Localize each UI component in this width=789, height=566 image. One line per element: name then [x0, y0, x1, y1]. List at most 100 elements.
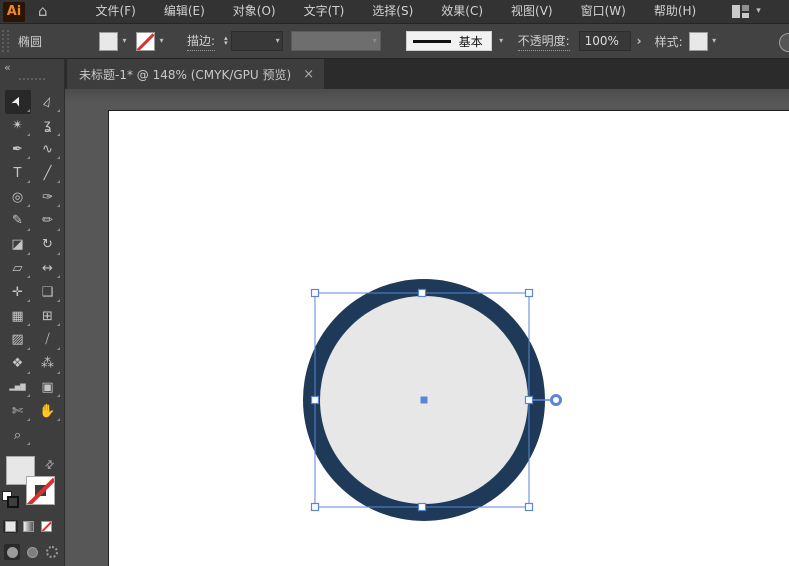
symbol-sprayer-tool[interactable]: ⁂ [35, 352, 61, 376]
menu-item[interactable]: 编辑(E) [150, 0, 219, 23]
opacity-more-arrow[interactable]: › [637, 34, 642, 48]
rotate-tool[interactable]: ↻ [35, 233, 61, 257]
ellipse-tool-icon: ◎ [11, 189, 24, 205]
symbol-sprayer-tool-icon: ⁂ [41, 356, 54, 372]
shape-builder-tool-icon: ✛ [12, 284, 23, 300]
clipped-toolbar-icon [779, 33, 789, 52]
free-transform-tool[interactable]: ❑ [35, 280, 61, 304]
perspective-grid-tool[interactable]: ⊞ [35, 304, 61, 328]
slice-tool[interactable]: ✄ [5, 399, 31, 423]
brush-definition-dropdown[interactable]: 基本 [405, 31, 492, 51]
panel-grip-handle[interactable] [2, 30, 9, 52]
pen-tool[interactable]: ✒ [5, 138, 31, 162]
style-swatch[interactable] [688, 31, 708, 51]
draw-normal-button[interactable] [4, 544, 20, 560]
menu-item[interactable]: 效果(C) [427, 0, 497, 23]
home-icon[interactable]: ⌂ [38, 4, 48, 19]
curvature-tool-icon: ∿ [42, 141, 53, 157]
shape-builder-tool[interactable]: ✛ [5, 280, 31, 304]
menu-bar: Ai ⌂ 文件(F) 编辑(E) 对象(O) 文字(T) 选择(S) 效果(C) 视图(V)… [0, 0, 789, 24]
workspace-switcher[interactable]: ▾ [732, 5, 761, 18]
stroke-weight-input[interactable]: ▾ [230, 31, 283, 51]
gradient-mode-button[interactable] [21, 520, 36, 533]
magic-wand-tool[interactable]: ✴ [5, 114, 31, 138]
blend-tool[interactable]: ❖ [5, 352, 31, 376]
free-transform-tool-icon: ❑ [41, 284, 54, 300]
opacity-panel-link[interactable]: 不透明度: [517, 32, 570, 51]
lasso-tool[interactable]: ʓ [35, 114, 61, 138]
close-icon[interactable]: × [303, 68, 314, 81]
document-tab[interactable]: 未标题-1* @ 148% (CMYK/GPU 预览) × [67, 59, 325, 89]
curvature-tool[interactable]: ∿ [35, 138, 61, 162]
column-graph-tool[interactable]: ▂▅▇ [5, 376, 31, 400]
shaper-tool[interactable]: ✎ [5, 209, 31, 233]
stroke-proxy-swatch[interactable] [26, 476, 55, 505]
pasteboard[interactable] [65, 89, 789, 566]
blob-brush-tool[interactable]: ✏ [35, 209, 61, 233]
menu-items: 文件(F) 编辑(E) 对象(O) 文字(T) 选择(S) 效果(C) 视图(V) 窗口(W)… [82, 0, 711, 23]
eyedropper-tool[interactable]: ⧸ [35, 328, 61, 352]
zoom-tool-icon: ⌕ [13, 427, 22, 443]
menu-item[interactable]: 选择(S) [358, 0, 427, 23]
color-mode-button[interactable] [3, 520, 18, 533]
gradient-tool[interactable]: ▨ [5, 328, 31, 352]
ellipse-tool[interactable]: ◎ [5, 185, 31, 209]
mesh-tool-icon: ▦ [11, 308, 24, 324]
panel-drag-handle[interactable] [19, 78, 45, 80]
menu-item[interactable]: 对象(O) [219, 0, 290, 23]
direct-selection-tool[interactable]: ▻ [35, 90, 61, 114]
menu-item[interactable]: 文字(T) [290, 0, 359, 23]
chevron-down-icon[interactable]: ▾ [708, 37, 721, 45]
style-dropdown[interactable]: ▾ [683, 31, 721, 51]
perspective-grid-tool-icon: ⊞ [42, 308, 53, 324]
type-tool[interactable]: T [5, 161, 31, 185]
brush-dropdown-button[interactable]: ▾ [494, 31, 509, 51]
eraser-tool-icon: ◪ [11, 237, 24, 253]
rotate-tool-icon: ↻ [42, 237, 53, 253]
column-graph-tool-icon: ▂▅▇ [9, 382, 26, 391]
opacity-input[interactable]: 100% [578, 31, 631, 51]
chevron-down-icon[interactable]: ▾ [118, 37, 131, 45]
scale-tool[interactable]: ▱ [5, 257, 31, 281]
eraser-tool[interactable]: ◪ [5, 233, 31, 257]
selection-tool[interactable]: ➤ [4, 90, 31, 114]
menu-item[interactable]: 帮助(H) [640, 0, 710, 23]
artboard-tool[interactable]: ▣ [35, 376, 61, 400]
mesh-tool[interactable]: ▦ [5, 304, 31, 328]
paint-mode-buttons [3, 520, 54, 533]
width-tool[interactable]: ↔ [35, 257, 61, 281]
app-logo-icon[interactable]: Ai [3, 1, 25, 22]
draw-behind-button[interactable] [24, 544, 40, 560]
control-bar: 椭圆 ▾ ▾ 描边: ▴ ▾ ▾ ▾ 基本 ▾ 不透明度: 100% › 样式: … [0, 24, 789, 59]
paintbrush-tool[interactable]: ✑ [35, 185, 61, 209]
direct-selection-tool-icon: ▻ [38, 94, 57, 110]
chevron-down-icon[interactable]: ▾ [276, 37, 280, 45]
opacity-value: 100% [584, 34, 619, 48]
stroke-panel-link[interactable]: 描边: [187, 32, 216, 51]
slice-tool-icon: ✄ [12, 403, 23, 419]
selection-tool-icon: ➤ [8, 93, 27, 111]
stroke-color-swatch[interactable] [136, 31, 156, 51]
type-tool-icon: T [13, 165, 22, 181]
line-segment-tool-icon: ╱ [43, 165, 52, 181]
lasso-tool-icon: ʓ [43, 118, 52, 134]
line-segment-tool[interactable]: ╱ [35, 161, 61, 185]
stroke-weight-stepper[interactable]: ▴ ▾ [224, 35, 228, 47]
menu-item[interactable]: 视图(V) [497, 0, 567, 23]
menu-item[interactable]: 窗口(W) [567, 0, 640, 23]
default-fill-stroke-icon[interactable] [2, 491, 19, 508]
draw-inside-button[interactable] [44, 544, 60, 560]
collapse-panel-icon[interactable]: « [4, 61, 11, 74]
swap-fill-stroke-icon[interactable]: ⇄ [42, 457, 58, 473]
menu-item[interactable]: 文件(F) [82, 0, 150, 23]
fill-color-swatch[interactable] [99, 31, 119, 51]
tool-grid: ➤ ▻ ✴ ʓ ✒ ∿ T ╱ ◎ ✑ ✎ ✏ ◪ ↻ ▱ ↔ ✛ ❑ ▦ ⊞ ▨ ⧸ ❖ ⁂ ▂▅▇ ▣ ✄ ✋ ⌕ [0, 90, 65, 447]
brush-name: 基本 [458, 34, 483, 49]
artboard[interactable] [108, 110, 789, 566]
chevron-down-icon: ▾ [756, 6, 761, 16]
pen-tool-icon: ✒ [12, 141, 23, 157]
zoom-tool[interactable]: ⌕ [5, 423, 31, 447]
chevron-down-icon[interactable]: ▾ [155, 37, 168, 45]
hand-tool[interactable]: ✋ [35, 399, 61, 423]
none-mode-button[interactable] [39, 520, 54, 533]
